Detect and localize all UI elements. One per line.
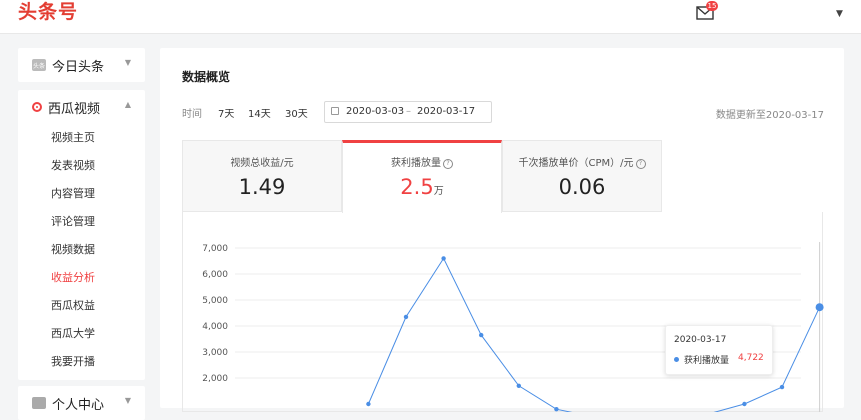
- data-point: [815, 303, 824, 312]
- date-separator: –: [406, 106, 411, 117]
- period-14-days[interactable]: 14天: [248, 105, 271, 120]
- data-point: [516, 383, 521, 388]
- end-date[interactable]: 2020-03-17: [417, 106, 475, 117]
- sidebar-item-comment-manage[interactable]: 评论管理: [18, 208, 145, 236]
- y-tick-label: 2,000: [202, 374, 228, 384]
- data-point: [366, 401, 371, 407]
- data-point: [403, 314, 409, 320]
- data-point: [779, 384, 785, 390]
- stat-card-monetized-plays[interactable]: 获利播放量? 2.5万: [342, 140, 502, 213]
- sidebar: 头条 今日头条 ▼ 西瓜视频 ▲ 视频主页 发表视频 内容管理 评论管理 视频数…: [18, 48, 145, 420]
- sidebar-item-xigua[interactable]: 西瓜视频 ▲: [18, 90, 145, 124]
- time-label: 时间: [182, 109, 202, 120]
- stat-value-number: 2.5: [400, 175, 434, 199]
- user-menu-caret-icon[interactable]: ▼: [836, 9, 843, 19]
- y-tick-label: 6,000: [202, 270, 228, 280]
- logo[interactable]: 头条号: [18, 0, 78, 25]
- period-30-days[interactable]: 30天: [285, 105, 308, 120]
- toutiao-icon: 头条: [32, 59, 46, 71]
- page-title: 数据概览: [182, 70, 231, 84]
- start-date[interactable]: 2020-03-03: [346, 106, 404, 117]
- stat-value: 0.06: [558, 175, 606, 199]
- line-chart: 7,000 6,000 5,000 4,000 3,000 2,000: [202, 242, 824, 412]
- sidebar-item-xigua-rights[interactable]: 西瓜权益: [18, 292, 145, 320]
- period-7-days[interactable]: 7天: [218, 105, 234, 120]
- data-point: [554, 407, 559, 412]
- stat-label: 获利播放量?: [343, 154, 501, 169]
- stat-value: 2.5万: [343, 175, 501, 199]
- data-point: [742, 401, 747, 407]
- y-tick-label: 4,000: [202, 322, 228, 332]
- calendar-icon: [331, 107, 339, 115]
- stat-label-text: 千次播放单价（CPM）/元: [518, 158, 634, 169]
- stat-label: 视频总收益/元: [230, 158, 294, 169]
- stat-unit: 万: [433, 186, 444, 197]
- sidebar-group-home: 头条 今日头条 ▼: [18, 48, 145, 82]
- stat-label: 千次播放单价（CPM）/元?: [503, 154, 661, 169]
- help-icon[interactable]: ?: [443, 159, 453, 169]
- sidebar-item-label: 西瓜视频: [48, 101, 101, 117]
- top-bar: 头条号 15 ▼: [0, 0, 861, 34]
- xigua-icon: [32, 102, 42, 112]
- sidebar-group-personal: 个人中心 ▼: [18, 386, 145, 420]
- y-tick-label: 3,000: [202, 348, 228, 358]
- sidebar-item-video-data[interactable]: 视频数据: [18, 236, 145, 264]
- tooltip-value: 4,722: [738, 353, 764, 363]
- mail-badge: 15: [706, 1, 718, 11]
- sidebar-item-content-manage[interactable]: 内容管理: [18, 180, 145, 208]
- y-tick-label: 5,000: [202, 296, 228, 306]
- chart-tooltip: 2020-03-17 获利播放量 4,722: [665, 325, 773, 375]
- sidebar-item-xigua-university[interactable]: 西瓜大学: [18, 320, 145, 348]
- y-tick-label: 7,000: [202, 244, 228, 254]
- help-icon[interactable]: ?: [635, 159, 646, 169]
- chart-area: 7,000 6,000 5,000 4,000 3,000 2,000: [182, 212, 824, 412]
- data-point: [441, 256, 446, 261]
- sidebar-item-video-home[interactable]: 视频主页: [18, 124, 145, 152]
- user-icon: [32, 397, 46, 409]
- stat-card-total-revenue[interactable]: 视频总收益/元 1.49: [182, 140, 342, 212]
- sidebar-group-xigua: 西瓜视频 ▲ 视频主页 发表视频 内容管理 评论管理 视频数据 收益分析 西瓜权…: [18, 90, 145, 380]
- sidebar-item-label: 个人中心: [52, 397, 105, 413]
- stat-value: 1.49: [238, 175, 286, 199]
- sidebar-item-label: 今日头条: [52, 59, 105, 75]
- sidebar-item-publish-video[interactable]: 发表视频: [18, 152, 145, 180]
- stat-card-cpm[interactable]: 千次播放单价（CPM）/元? 0.06: [502, 140, 662, 212]
- tooltip-date: 2020-03-17: [674, 335, 727, 345]
- series-dot-icon: [674, 357, 679, 362]
- data-point: [479, 332, 484, 338]
- tooltip-series-name: 获利播放量: [684, 356, 730, 366]
- chevron-up-icon: ▲: [124, 100, 131, 109]
- chevron-down-icon: ▼: [124, 58, 131, 67]
- date-range-picker[interactable]: 2020-03-03 – 2020-03-17: [324, 101, 492, 123]
- sidebar-item-go-live[interactable]: 我要开播: [18, 348, 145, 376]
- sidebar-item-home[interactable]: 头条 今日头条 ▼: [18, 48, 145, 82]
- chevron-down-icon: ▼: [124, 396, 131, 405]
- sidebar-item-personal[interactable]: 个人中心 ▼: [18, 386, 145, 420]
- sidebar-item-revenue-analysis[interactable]: 收益分析: [18, 264, 145, 292]
- data-update-note: 数据更新至2020-03-17: [715, 110, 824, 121]
- stat-label-text: 获利播放量: [391, 158, 441, 169]
